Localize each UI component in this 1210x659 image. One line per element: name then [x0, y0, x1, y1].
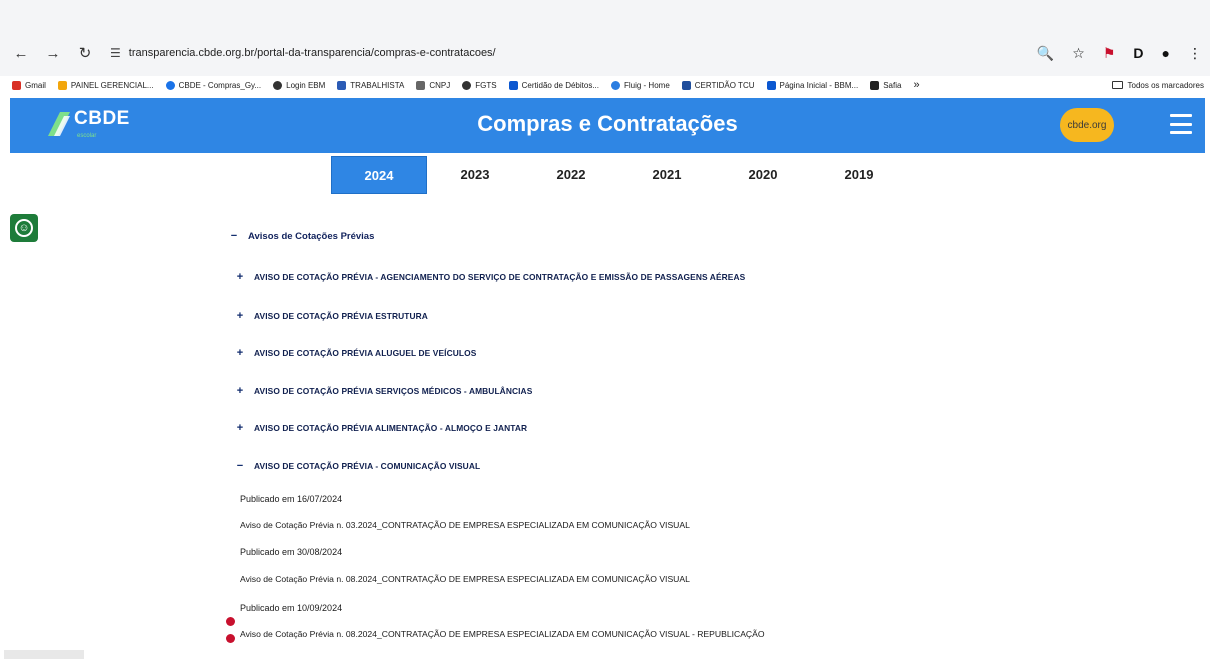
- bookmark-favicon-icon: [337, 80, 347, 90]
- tab-2022[interactable]: 2022: [523, 156, 619, 192]
- publication-date: Publicado em 10/09/2024: [240, 603, 343, 613]
- folder-icon: [1111, 81, 1123, 89]
- new-indicator-dot: [226, 634, 235, 643]
- extension-icon[interactable]: ⚑: [1103, 45, 1116, 62]
- accordion-item[interactable]: + AVISO DE COTAÇÃO PRÉVIA ESTRUTURA: [236, 310, 428, 322]
- all-bookmarks-button[interactable]: Todos os marcadores: [1111, 75, 1204, 95]
- accordion-item-label: AVISO DE COTAÇÃO PRÉVIA - COMUNICAÇÃO VI…: [254, 461, 481, 471]
- bookmark-favicon-icon: [165, 80, 175, 90]
- gmail-icon: [12, 80, 21, 90]
- accordion-item-label: AVISO DE COTAÇÃO PRÉVIA ALIMENTAÇÃO - AL…: [254, 423, 528, 433]
- accordion-category-header[interactable]: − Avisos de Cotações Prévias: [230, 230, 375, 242]
- tab-2023[interactable]: 2023: [427, 156, 523, 192]
- tab-2021[interactable]: 2021: [619, 156, 715, 192]
- bookmark-item[interactable]: Gmail: [12, 80, 46, 90]
- bookmark-item[interactable]: PAINEL GERENCIAL...: [57, 80, 154, 90]
- url-text: transparencia.cbde.org.br/portal-da-tran…: [128, 47, 496, 59]
- reload-icon[interactable]: ↻: [74, 42, 96, 64]
- site-header: CBDE escolar Compras e Contratações cbde…: [10, 98, 1205, 153]
- bookmark-star-icon[interactable]: ☆: [1072, 45, 1085, 62]
- site-settings-icon[interactable]: ☰: [110, 46, 121, 60]
- bookmark-favicon-icon: [416, 80, 426, 90]
- publication-date: Publicado em 30/08/2024: [240, 547, 343, 557]
- accordion-item-label: AVISO DE COTAÇÃO PRÉVIA ESTRUTURA: [254, 311, 428, 321]
- bookmark-item[interactable]: CNPJ: [416, 80, 450, 90]
- forward-icon[interactable]: →: [42, 42, 64, 64]
- accessibility-icon: ☺: [15, 219, 33, 237]
- bookmark-item[interactable]: TRABALHISTA: [337, 80, 404, 90]
- bookmark-item[interactable]: Login EBM: [273, 80, 325, 90]
- document-link[interactable]: Aviso de Cotação Prévia n. 08.2024_CONTR…: [240, 574, 690, 584]
- bookmark-item[interactable]: Certidão de Débitos...: [508, 80, 599, 90]
- bookmark-favicon-icon: [610, 80, 620, 90]
- expand-icon: +: [236, 271, 244, 283]
- bookmark-item[interactable]: CERTIDÃO TCU: [681, 80, 755, 90]
- collapse-icon: −: [236, 460, 244, 472]
- status-strip: [4, 650, 84, 659]
- address-row: ← → ↻ ☰ transparencia.cbde.org.br/portal…: [0, 38, 1210, 68]
- tab-2019[interactable]: 2019: [811, 156, 907, 192]
- expand-icon: +: [236, 422, 244, 434]
- bookmark-item[interactable]: Fluig - Home: [610, 80, 670, 90]
- accordion-item[interactable]: + AVISO DE COTAÇÃO PRÉVIA ALUGUEL DE VEÍ…: [236, 347, 477, 359]
- accordion-item[interactable]: + AVISO DE COTAÇÃO PRÉVIA ALIMENTAÇÃO - …: [236, 422, 527, 434]
- page-title: Compras e Contratações: [477, 111, 738, 136]
- expand-icon: +: [236, 347, 244, 359]
- new-indicator-dot: [226, 617, 235, 626]
- back-icon[interactable]: ←: [10, 42, 32, 64]
- year-tabs: 2024 2023 2022 2021 2020 2019: [331, 156, 907, 194]
- address-bar[interactable]: ☰ transparencia.cbde.org.br/portal-da-tr…: [110, 42, 1010, 64]
- expand-icon: +: [236, 385, 244, 397]
- zoom-icon[interactable]: 🔍: [1037, 45, 1054, 62]
- bookmark-favicon-icon: [766, 80, 776, 90]
- tab-2020[interactable]: 2020: [715, 156, 811, 192]
- bookmark-item[interactable]: Página Inicial - BBM...: [766, 80, 858, 90]
- accordion-item-label: AVISO DE COTAÇÃO PRÉVIA ALUGUEL DE VEÍCU…: [254, 348, 477, 358]
- bookmarks-bar: Gmail PAINEL GERENCIAL... CBDE - Compras…: [0, 75, 1210, 95]
- bookmark-favicon-icon: [508, 80, 518, 90]
- document-link[interactable]: Aviso de Cotação Prévia n. 08.2024_CONTR…: [240, 629, 765, 639]
- globe-icon: [273, 80, 283, 90]
- accordion-item-label: AVISO DE COTAÇÃO PRÉVIA - AGENCIAMENTO D…: [254, 272, 746, 282]
- bookmark-item[interactable]: CBDE - Compras_Gy...: [165, 80, 261, 90]
- publication-date: Publicado em 16/07/2024: [240, 494, 343, 504]
- globe-icon: [462, 80, 472, 90]
- accordion-item-expanded[interactable]: − AVISO DE COTAÇÃO PRÉVIA - COMUNICAÇÃO …: [236, 460, 480, 472]
- bookmark-favicon-icon: [57, 80, 67, 90]
- expand-icon: +: [236, 310, 244, 322]
- hamburger-menu-icon[interactable]: [1170, 114, 1192, 134]
- bookmark-item[interactable]: Safia: [870, 80, 901, 90]
- accordion-item[interactable]: + AVISO DE COTAÇÃO PRÉVIA - AGENCIAMENTO…: [236, 271, 745, 283]
- accordion-item-label: AVISO DE COTAÇÃO PRÉVIA SERVIÇOS MÉDICOS…: [254, 386, 533, 396]
- collapse-icon: −: [230, 230, 238, 242]
- bookmark-favicon-icon: [681, 80, 691, 90]
- toolbar-icons: 🔍 ☆ ⚑ D ● ⋮: [1037, 42, 1202, 64]
- accordion-item[interactable]: + AVISO DE COTAÇÃO PRÉVIA SERVIÇOS MÉDIC…: [236, 385, 533, 397]
- menu-dots-icon[interactable]: ⋮: [1188, 45, 1202, 62]
- extension-d-icon[interactable]: D: [1133, 45, 1143, 61]
- bookmark-item[interactable]: FGTS: [462, 80, 497, 90]
- bookmarks-overflow-button[interactable]: »: [913, 79, 919, 91]
- accessibility-button[interactable]: ☺: [10, 214, 38, 242]
- category-title: Avisos de Cotações Prévias: [248, 230, 375, 242]
- browser-chrome: ← → ↻ ☰ transparencia.cbde.org.br/portal…: [0, 0, 1210, 76]
- document-link[interactable]: Aviso de Cotação Prévia n. 03.2024_CONTR…: [240, 520, 690, 530]
- bookmark-favicon-icon: [870, 80, 880, 90]
- tab-2024[interactable]: 2024: [331, 156, 427, 194]
- site-link-button[interactable]: cbde.org: [1060, 108, 1114, 142]
- profile-icon[interactable]: ●: [1162, 45, 1170, 61]
